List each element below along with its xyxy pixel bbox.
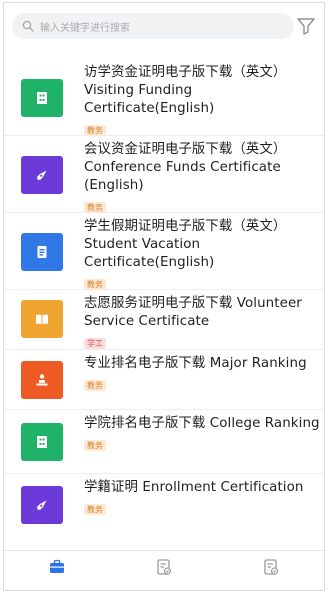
list-item[interactable]: 专业排名电子版下载 Major Ranking 教务 xyxy=(4,350,324,410)
item-title: 学籍证明 Enrollment Certification xyxy=(84,480,304,495)
item-title: 访学资金证明电子版下载（英文）Visiting Funding Certific… xyxy=(84,65,287,116)
list-item[interactable]: 会议资金证明电子版下载（英文）Conference Funds Certific… xyxy=(4,136,324,213)
filter-icon[interactable] xyxy=(296,16,316,36)
compass-icon xyxy=(21,486,63,524)
search-placeholder: 输入关键字进行搜索 xyxy=(40,22,130,34)
category-tag: 学工 xyxy=(84,338,106,349)
list-item[interactable]: 学院排名电子版下载 College Ranking 教务 xyxy=(4,410,324,474)
podium-icon xyxy=(21,361,63,399)
tab-pending[interactable] xyxy=(111,551,218,590)
category-tag: 教务 xyxy=(84,380,106,391)
item-title: 会议资金证明电子版下载（英文）Conference Funds Certific… xyxy=(84,142,287,193)
category-tag: 教务 xyxy=(84,504,106,515)
app-frame: 输入关键字进行搜索 访学资金证明电子版下载（英文）Visiting Fundin… xyxy=(3,2,325,591)
list-item[interactable]: 志愿服务证明电子版下载 Volunteer Service Certificat… xyxy=(4,290,324,350)
document-icon xyxy=(21,233,63,271)
item-title: 学生假期证明电子版下载（英文）Student Vacation Certific… xyxy=(84,219,287,270)
category-tag: 教务 xyxy=(84,440,106,451)
compass-icon xyxy=(21,156,63,194)
tab-services[interactable] xyxy=(4,551,111,590)
list-item[interactable]: 学生假期证明电子版下载（英文）Student Vacation Certific… xyxy=(4,213,324,290)
building-icon xyxy=(21,79,63,117)
search-icon xyxy=(22,20,34,32)
category-tag: 教务 xyxy=(84,279,106,290)
category-tag: 教务 xyxy=(84,125,106,136)
form-done-icon xyxy=(264,559,278,575)
item-title: 学院排名电子版下载 College Ranking xyxy=(84,416,320,431)
list-item[interactable]: 学籍证明 Enrollment Certification 教务 xyxy=(4,474,324,536)
form-check-icon xyxy=(157,559,172,575)
bottom-tab-bar xyxy=(4,550,324,590)
item-title: 专业排名电子版下载 Major Ranking xyxy=(84,356,307,371)
book-icon xyxy=(21,300,63,338)
briefcase-icon xyxy=(50,559,65,573)
list-item[interactable]: 访学资金证明电子版下载（英文）Visiting Funding Certific… xyxy=(4,59,324,136)
service-list: 访学资金证明电子版下载（英文）Visiting Funding Certific… xyxy=(4,59,324,536)
search-input[interactable]: 输入关键字进行搜索 xyxy=(12,13,294,39)
building-icon xyxy=(21,423,63,461)
tab-done[interactable] xyxy=(217,551,324,590)
category-tag: 教务 xyxy=(84,202,106,213)
item-title: 志愿服务证明电子版下载 Volunteer Service Certificat… xyxy=(84,296,302,329)
